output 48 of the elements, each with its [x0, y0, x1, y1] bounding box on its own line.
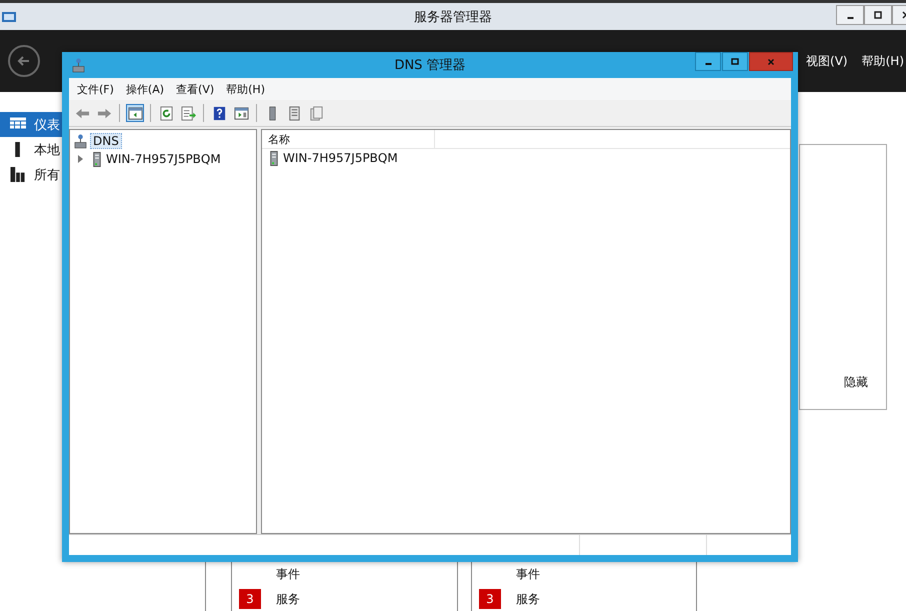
maximize-icon: [873, 10, 883, 20]
tile-label[interactable]: 服务: [516, 590, 540, 608]
sidebar-item[interactable]: 本地: [0, 137, 62, 162]
tree-button[interactable]: [126, 104, 144, 122]
maximize-button[interactable]: [864, 5, 892, 25]
server-icon: [270, 150, 278, 166]
menu-item[interactable]: 查看(V): [176, 82, 214, 96]
refresh-icon: [158, 106, 174, 120]
network-icon: [74, 134, 87, 148]
action-pane-icon: [234, 106, 248, 120]
maximize-button[interactable]: [722, 52, 748, 71]
server-manager-icon: [2, 10, 18, 24]
server-icon: [93, 152, 101, 166]
menu-item[interactable]: 操作(A): [126, 82, 164, 96]
minimize-button[interactable]: [695, 52, 721, 71]
collapsed-arrow-icon[interactable]: [78, 155, 83, 163]
network-icon: [72, 58, 85, 72]
close-icon: [766, 56, 776, 66]
tree-item[interactable]: DNS: [90, 133, 122, 149]
tile-heading: 事件: [276, 566, 301, 583]
sidebar-item[interactable]: 所有: [0, 162, 62, 187]
minimize-button[interactable]: [836, 5, 864, 25]
menu-item[interactable]: 文件(F): [77, 82, 114, 96]
help-icon: [212, 106, 226, 120]
count-badge: 3: [479, 589, 501, 609]
tile-label[interactable]: 服务: [276, 590, 300, 608]
maximize-icon: [730, 56, 740, 66]
back-button[interactable]: [8, 45, 40, 77]
copy-icon: [308, 106, 324, 120]
export-button[interactable]: [179, 104, 197, 122]
column-header[interactable]: 名称: [262, 130, 435, 148]
menu-item[interactable]: 帮助(H): [862, 52, 904, 70]
minimize-icon: [704, 63, 712, 65]
window-title: 服务器管理器: [414, 8, 492, 26]
count-badge: 3: [239, 589, 261, 609]
console-tree-icon: [128, 106, 142, 120]
hide-link[interactable]: 隐藏: [844, 374, 868, 391]
tree-item[interactable]: WIN-7H957J5PBQM: [104, 152, 223, 166]
sidebar-item[interactable]: 仪表: [0, 112, 62, 137]
window-title: DNS 管理器: [394, 57, 466, 74]
tile-heading: 事件: [516, 566, 541, 583]
menu-item[interactable]: 帮助(H): [226, 82, 265, 96]
list-item[interactable]: WIN-7H957J5PBQM: [283, 151, 398, 165]
minimize-icon: [846, 16, 854, 18]
menu-item[interactable]: 视图(V): [806, 52, 848, 70]
list-icon: [286, 106, 302, 120]
export-list-icon: [180, 106, 196, 120]
servers-icon: [10, 167, 26, 182]
